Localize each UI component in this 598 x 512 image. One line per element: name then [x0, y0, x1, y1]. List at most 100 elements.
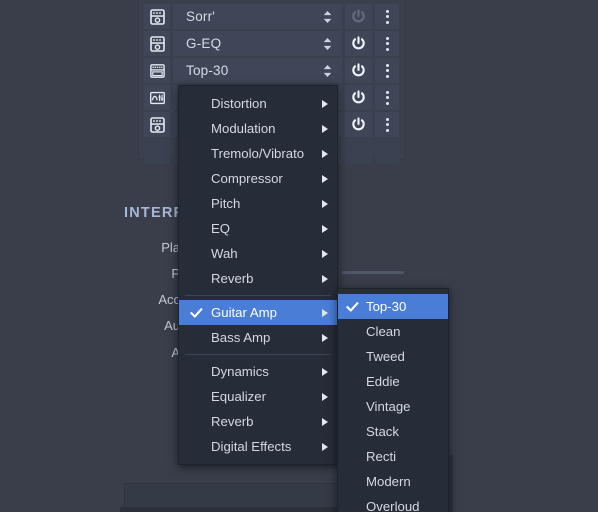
setting-label-4: A [171, 345, 180, 360]
rack-kebab-menu-button[interactable] [375, 112, 399, 137]
menu-item-label: Equalizer [211, 389, 266, 404]
menu-item-tremolo-vibrato[interactable]: Tremolo/Vibrato [179, 141, 337, 166]
menu-item-label: Vintage [366, 399, 411, 414]
menu-item-label: Reverb [211, 271, 254, 286]
menu-item-label: Digital Effects [211, 439, 292, 454]
rack-device-icon-cell [144, 4, 170, 29]
menu-item-pitch[interactable]: Pitch [179, 191, 337, 216]
menu-item-label: Clean [366, 324, 401, 339]
chevron-updown-icon[interactable] [322, 9, 333, 24]
kebab-menu-icon [385, 117, 389, 132]
rack-kebab-menu-button[interactable] [375, 139, 399, 164]
rack-device-name[interactable]: Top-30 [173, 58, 342, 83]
kebab-menu-icon [385, 63, 389, 78]
rack-device-icon-cell [144, 85, 170, 110]
rack-power-button[interactable] [345, 112, 372, 137]
power-icon[interactable] [351, 63, 366, 78]
setting-label-1: P [171, 266, 180, 281]
rack-device-name-label: G-EQ [186, 36, 222, 51]
menu-item-stack[interactable]: Stack [338, 419, 448, 444]
menu-item-clean[interactable]: Clean [338, 319, 448, 344]
rack-power-button[interactable] [345, 58, 372, 83]
rack-device-name[interactable]: Sorr' [173, 4, 342, 29]
power-icon[interactable] [351, 90, 366, 105]
menu-item-label: Recti [366, 449, 397, 464]
menu-item-vintage[interactable]: Vintage [338, 394, 448, 419]
rack-device-name-label: Sorr' [186, 9, 216, 24]
menu-item-eddie[interactable]: Eddie [338, 369, 448, 394]
menu-item-reverb[interactable]: Reverb [179, 266, 337, 291]
device-icon [149, 8, 165, 25]
menu-item-label: Tweed [366, 349, 405, 364]
menu-separator [185, 354, 331, 355]
rack-power-button[interactable] [345, 85, 372, 110]
menu-item-eq[interactable]: EQ [179, 216, 337, 241]
menu-item-equalizer[interactable]: Equalizer [179, 384, 337, 409]
settings-slider-track[interactable] [342, 271, 404, 274]
device-icon [149, 116, 165, 133]
kebab-menu-icon [385, 90, 389, 105]
rack-kebab-menu-button[interactable] [375, 85, 399, 110]
menu-item-modulation[interactable]: Modulation [179, 116, 337, 141]
menu-item-label: Dynamics [211, 364, 269, 379]
menu-item-reverb[interactable]: Reverb [179, 409, 337, 434]
rack-power-button[interactable] [345, 31, 372, 56]
submenu-arrow-icon [322, 274, 328, 283]
device-icon [149, 35, 165, 52]
menu-item-top-30[interactable]: Top-30 [338, 294, 448, 319]
rack-device-icon-cell [144, 31, 170, 56]
rack-kebab-menu-button[interactable] [375, 31, 399, 56]
menu-item-recti[interactable]: Recti [338, 444, 448, 469]
menu-item-bass-amp[interactable]: Bass Amp [179, 325, 337, 350]
kebab-menu-icon [385, 36, 389, 51]
menu-item-label: Bass Amp [211, 330, 271, 345]
menu-item-modern[interactable]: Modern [338, 469, 448, 494]
menu-item-distortion[interactable]: Distortion [179, 91, 337, 116]
submenu-arrow-icon [322, 149, 328, 158]
menu-item-label: Top-30 [366, 299, 407, 314]
rack-row[interactable]: Sorr' [144, 4, 399, 29]
rack-power-button[interactable] [345, 4, 372, 29]
menu-item-label: Tremolo/Vibrato [211, 146, 305, 161]
menu-item-tweed[interactable]: Tweed [338, 344, 448, 369]
setting-label-0: Pla [161, 240, 180, 255]
chevron-updown-icon[interactable] [322, 63, 333, 78]
submenu-arrow-icon [322, 392, 328, 401]
submenu-arrow-icon [322, 249, 328, 258]
menu-item-guitar-amp[interactable]: Guitar Amp [179, 300, 337, 325]
rack-row[interactable]: G-EQ [144, 31, 399, 56]
rack-device-name[interactable]: G-EQ [173, 31, 342, 56]
rack-power-button[interactable] [345, 139, 372, 164]
submenu-arrow-icon [322, 174, 328, 183]
power-icon[interactable] [351, 117, 366, 132]
menu-separator [185, 295, 331, 296]
check-icon [190, 307, 203, 318]
submenu-arrow-icon [322, 224, 328, 233]
rack-kebab-menu-button[interactable] [375, 4, 399, 29]
rack-row[interactable]: Top-30 [144, 58, 399, 83]
menu-item-digital-effects[interactable]: Digital Effects [179, 434, 337, 459]
menu-item-dynamics[interactable]: Dynamics [179, 359, 337, 384]
rack-device-icon-cell [144, 112, 170, 137]
menu-item-label: Guitar Amp [211, 305, 277, 320]
chevron-updown-icon[interactable] [322, 36, 333, 51]
submenu-arrow-icon [322, 199, 328, 208]
menu-item-compressor[interactable]: Compressor [179, 166, 337, 191]
menu-item-overloud[interactable]: Overloud [338, 494, 448, 512]
setting-label-2: Acc [158, 292, 180, 307]
menu-item-label: Eddie [366, 374, 400, 389]
submenu-arrow-icon [322, 99, 328, 108]
effect-category-menu[interactable]: Distortion Modulation Tremolo/Vibrato Compr… [178, 85, 338, 465]
menu-item-label: Pitch [211, 196, 241, 211]
guitar-amp-submenu[interactable]: Top-30 Clean Tweed Eddie Vintage Stack Recti Mo… [337, 288, 449, 512]
menu-item-label: EQ [211, 221, 231, 236]
app-window: INTERFACE Pla P Acc Au A Sorr' G-EQ Top-30 Dis… [0, 0, 598, 512]
eq-curve-icon [149, 91, 165, 104]
menu-item-label: Stack [366, 424, 399, 439]
power-icon[interactable] [351, 9, 366, 24]
menu-item-wah[interactable]: Wah [179, 241, 337, 266]
power-icon[interactable] [351, 36, 366, 51]
amp-icon [149, 63, 165, 78]
rack-device-name-label: Top-30 [186, 63, 229, 78]
rack-kebab-menu-button[interactable] [375, 58, 399, 83]
